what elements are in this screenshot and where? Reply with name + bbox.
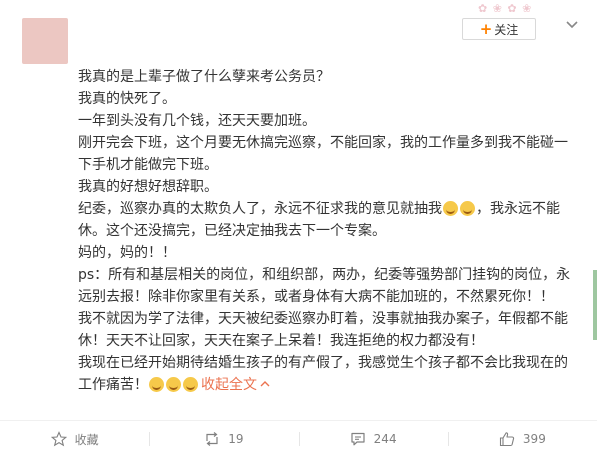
crying-face-emoji-icon [166,377,181,392]
chevron-down-icon[interactable] [565,18,579,32]
post-text: 我真的好想好想辞职。 [78,179,218,195]
repost-button[interactable]: 19 [149,421,298,457]
post-paragraph: 妈的，妈的！！ [78,242,578,264]
weibo-post-card: ✿ ❀ ✿ ❀ + 关注 我真的是上辈子做了什么孽来考公务员？ 我真的快死了。 一年… [0,0,597,462]
post-content: 我真的是上辈子做了什么孽来考公务员？ 我真的快死了。一年到头没有几个钱，还天天要加… [78,66,578,396]
post-paragraph: 我真的好想好想辞职。 [78,176,578,198]
comment-icon [351,432,365,446]
like-button[interactable]: 399 [447,421,597,457]
post-paragraph: 纪委，巡察办真的太欺负人了，永远不征求我的意见就抽我 ，我永远不能休。这个还没搞完… [78,198,578,242]
collapse-label: 收起全文 [201,377,257,393]
post-paragraph: 我现在已经开始期待结婚生孩子的有产假了，我感觉生个孩子都不会比我现在的工作痛苦！… [78,352,578,396]
thumbs-up-icon [499,432,515,447]
action-bar: 收藏 19 244 399 [0,421,597,457]
post-text: 刚开完会下班，这个月要无休搞完巡察，不能回家，我的工作量多到我不能碰一下手机才能… [78,135,568,173]
post-paragraph: 我真的快死了。 [78,88,578,110]
follow-button[interactable]: + 关注 [462,18,536,40]
crying-face-emoji-icon [460,201,475,216]
post-text: 一年到头没有几个钱，还天天要加班。 [78,113,316,129]
like-count: 399 [522,432,546,446]
post-text: 妈的，妈的！！ [78,245,176,261]
post-paragraph: 我不就因为学了法律，天天被纪委巡察办盯着，没事就抽我办案子，年假都不能休！天天不… [78,308,578,352]
post-paragraph: 我真的是上辈子做了什么孽来考公务员？ [78,66,578,88]
crying-face-emoji-icon [149,377,164,392]
post-text: 我不就因为学了法律，天天被纪委巡察办盯着，没事就抽我办案子，年假都不能休！天天不… [78,311,568,349]
crying-face-emoji-icon [183,377,198,392]
post-paragraph: 刚开完会下班，这个月要无休搞完巡察，不能回家，我的工作量多到我不能碰一下手机才能… [78,132,578,176]
repost-count: 19 [228,432,244,446]
favorite-button[interactable]: 收藏 [0,421,149,457]
chevron-up-icon [260,381,270,387]
crying-face-emoji-icon [443,201,458,216]
comment-count: 244 [373,432,397,446]
scrollbar[interactable] [593,270,597,340]
collapse-full-text-link[interactable]: 收起全文 [201,377,270,393]
post-text: 我真的快死了。 [78,91,176,107]
post-text: 纪委，巡察办真的太欺负人了，永远不征求我的意见就抽我 [78,201,442,217]
star-icon [50,431,67,447]
post-text: 我真的是上辈子做了什么孽来考公务员？ [78,69,330,85]
plus-icon: + [479,19,493,38]
comment-button[interactable]: 244 [298,421,448,457]
favorite-label: 收藏 [74,432,99,447]
repost-icon [206,432,218,446]
post-paragraph: 一年到头没有几个钱，还天天要加班。 [78,110,578,132]
post-paragraph: ps：所有和基层相关的岗位，和组织部，两办，纪委等强势部门挂钩的岗位，永远别去报… [78,264,578,308]
post-text: ps：所有和基层相关的岗位，和组织部，两办，纪委等强势部门挂钩的岗位，永远别去报… [78,267,571,305]
follow-label: 关注 [494,22,519,37]
avatar[interactable] [22,18,68,64]
